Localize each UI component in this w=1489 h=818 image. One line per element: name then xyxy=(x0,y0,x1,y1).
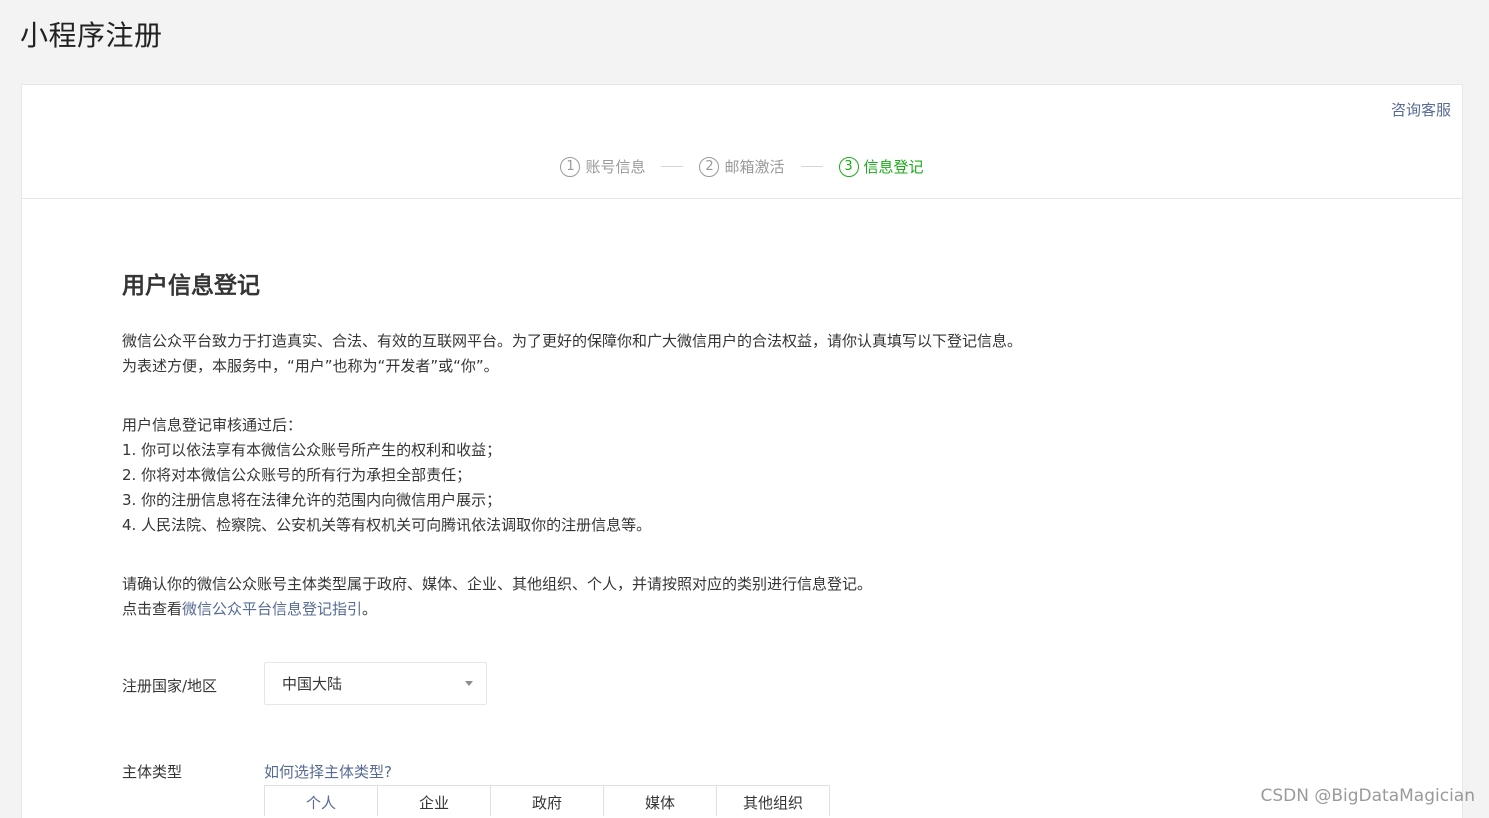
subject-type-help-link[interactable]: 如何选择主体类型? xyxy=(264,761,392,782)
guide-prefix: 点击查看 xyxy=(122,600,183,618)
step-indicator: 1 账号信息 2 邮箱激活 3 信息登记 xyxy=(22,156,1462,177)
confirm-subject-text: 请确认你的微信公众账号主体类型属于政府、媒体、企业、其他组织、个人，并请按照对应… xyxy=(122,575,873,593)
step-1-label: 账号信息 xyxy=(585,158,646,176)
intro-line-2: 为表述方便，本服务中，“用户”也称为“开发者”或“你”。 xyxy=(122,357,499,375)
step-account-info: 1 账号信息 xyxy=(560,156,645,177)
subject-type-government[interactable]: 政府 xyxy=(490,786,603,816)
after-approval-item: 3. 你的注册信息将在法律允许的范围内向微信用户展示； xyxy=(122,491,502,509)
country-label: 注册国家/地区 xyxy=(122,677,218,695)
subject-type-personal[interactable]: 个人 xyxy=(265,786,377,816)
step-connector xyxy=(800,166,823,167)
after-approval-item: 1. 你可以依法享有本微信公众账号所产生的权利和收益； xyxy=(122,441,502,459)
registration-guide-link[interactable]: 微信公众平台信息登记指引 xyxy=(182,600,362,618)
step-info-registration: 3 信息登记 xyxy=(838,156,924,177)
step-connector xyxy=(661,166,684,167)
step-2-number: 2 xyxy=(699,156,720,177)
page-title: 小程序注册 xyxy=(20,19,163,52)
subject-type-label: 主体类型 xyxy=(122,763,183,781)
step-2-label: 邮箱激活 xyxy=(724,158,785,176)
section-title: 用户信息登记 xyxy=(122,273,260,299)
step-1-number: 1 xyxy=(560,156,581,177)
header-divider xyxy=(22,198,1462,199)
country-select-value: 中国大陆 xyxy=(282,675,343,693)
after-approval-item: 4. 人民法院、检察院、公安机关等有权机关可向腾讯依法调取你的注册信息等。 xyxy=(122,516,652,534)
subject-type-other-org[interactable]: 其他组织 xyxy=(716,786,829,816)
country-select[interactable]: 中国大陆 xyxy=(264,662,487,705)
subject-type-media[interactable]: 媒体 xyxy=(603,786,716,816)
subject-type-enterprise[interactable]: 企业 xyxy=(377,786,490,816)
chevron-down-icon xyxy=(465,681,473,686)
intro-line-1: 微信公众平台致力于打造真实、合法、有效的互联网平台。为了更好的保障你和广大微信用… xyxy=(122,332,1023,350)
step-3-label: 信息登记 xyxy=(863,158,924,176)
step-email-activation: 2 邮箱激活 xyxy=(699,156,785,177)
watermark-text: CSDN @BigDataMagician xyxy=(1260,786,1475,806)
guide-line: 点击查看微信公众平台信息登记指引。 xyxy=(122,597,1322,622)
info-content: 用户信息登记 微信公众平台致力于打造真实、合法、有效的互联网平台。为了更好的保障… xyxy=(122,269,1322,622)
step-3-number: 3 xyxy=(838,156,859,177)
after-approval-item: 2. 你将对本微信公众账号的所有行为承担全部责任； xyxy=(122,466,472,484)
guide-suffix: 。 xyxy=(362,600,378,618)
after-approval-title: 用户信息登记审核通过后： xyxy=(122,416,303,434)
registration-card: 咨询客服 1 账号信息 2 邮箱激活 3 信息登记 用户信息登记 微信公众平台致… xyxy=(21,84,1463,818)
consult-service-link[interactable]: 咨询客服 xyxy=(1391,99,1451,120)
subject-type-tabs: 个人 企业 政府 媒体 其他组织 xyxy=(264,785,830,816)
